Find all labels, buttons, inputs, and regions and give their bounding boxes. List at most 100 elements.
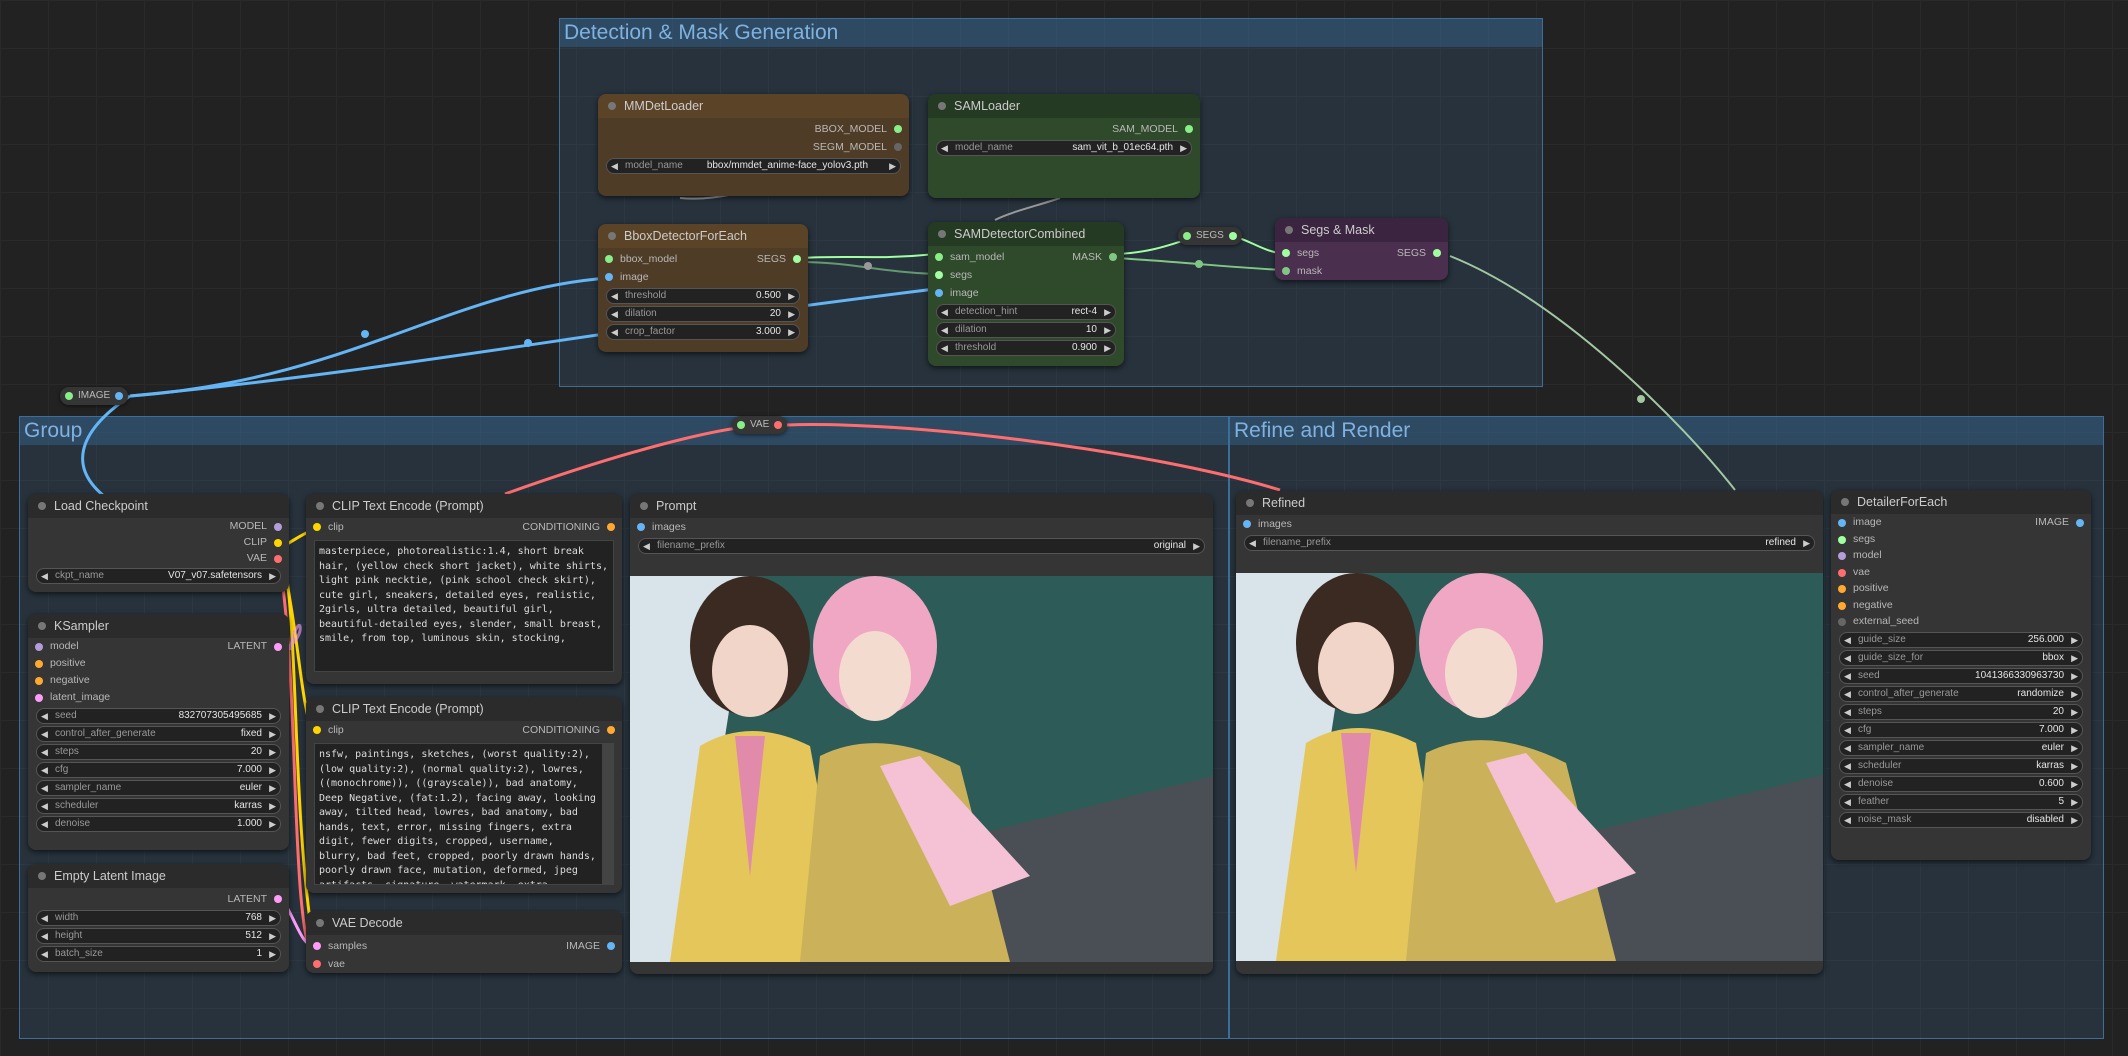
node-title[interactable]: BboxDetectorForEach [598,224,808,248]
node-title[interactable]: VAE Decode [306,911,622,935]
widget-control-after-generate[interactable]: control_after_generate fixed [36,726,281,742]
input-external-seed[interactable]: external_seed [1831,613,2091,630]
widget-height[interactable]: height 512 [36,928,281,944]
slot-dot[interactable] [1838,601,1846,610]
widget-batch-size[interactable]: batch_size 1 [36,946,281,962]
widget-scheduler[interactable]: scheduler karras [36,798,281,814]
widget-crop-factor[interactable]: crop_factor 3.000 [606,324,800,340]
slot-dot[interactable] [1243,520,1251,528]
node-mmdet-loader[interactable]: MMDetLoader BBOX_MODEL SEGM_MODEL model_… [598,94,909,196]
output-sam-model[interactable]: SAM_MODEL [928,120,1200,138]
input-samples[interactable]: samples IMAGE [306,937,622,955]
slot-dot[interactable] [935,271,943,279]
widget-steps[interactable]: steps 20 [36,744,281,760]
node-segs-mask[interactable]: Segs & Mask segs SEGS mask [1275,218,1448,280]
widget-scheduler[interactable]: scheduler karras [1839,757,2083,774]
slot-dot[interactable] [2076,519,2084,527]
slot-dot[interactable] [1838,535,1846,544]
slot-dot[interactable] [1838,552,1846,560]
slot-dot[interactable] [935,289,943,297]
reroute-input[interactable] [1183,232,1191,240]
input-sam-model[interactable]: sam_model MASK [928,248,1124,266]
node-title[interactable]: SAMDetectorCombined [928,222,1124,246]
slot-dot[interactable] [894,125,902,133]
input-positive[interactable]: positive [1831,580,2091,597]
input-clip[interactable]: clip CONDITIONING [306,721,622,739]
slot-dot[interactable] [607,726,615,734]
node-title[interactable]: CLIP Text Encode (Prompt) [306,697,622,721]
input-image[interactable]: image [928,284,1124,302]
slot-dot[interactable] [1282,267,1290,275]
node-clip-positive[interactable]: CLIP Text Encode (Prompt) clip CONDITIONI… [306,494,622,684]
widget-noise-mask[interactable]: noise_mask disabled [1839,811,2083,828]
slot-dot[interactable] [1838,618,1846,626]
widget-seed[interactable]: seed 1041366330963730 [1839,667,2083,684]
input-model[interactable]: model [1831,547,2091,564]
input-vae[interactable]: vae [1831,564,2091,581]
node-title[interactable]: DetailerForEach [1831,490,2091,514]
slot-dot[interactable] [274,523,282,531]
output-model[interactable]: MODEL [28,518,289,534]
widget-cfg[interactable]: cfg 7.000 [36,762,281,778]
node-bbox-detector[interactable]: BboxDetectorForEach bbox_model SEGS image… [598,224,808,352]
widget-seed[interactable]: seed 832707305495685 [36,708,281,724]
slot-dot[interactable] [935,253,943,261]
slot-dot[interactable] [313,523,321,531]
widget-cfg[interactable]: cfg 7.000 [1839,721,2083,738]
input-segs[interactable]: segs [1831,531,2091,548]
node-title[interactable]: Refined [1236,491,1823,515]
slot-dot[interactable] [1838,519,1846,527]
node-title[interactable]: Empty Latent Image [28,864,289,888]
input-segs[interactable]: segs SEGS [1275,244,1448,262]
output-clip[interactable]: CLIP [28,534,289,550]
slot-dot[interactable] [313,942,321,950]
input-vae[interactable]: vae [306,955,622,973]
slot-dot[interactable] [1185,125,1193,133]
reroute-output[interactable] [1228,232,1237,240]
node-clip-negative[interactable]: CLIP Text Encode (Prompt) clip CONDITIONI… [306,697,622,893]
slot-dot[interactable] [605,273,613,281]
widget-threshold[interactable]: threshold 0.900 [936,340,1116,356]
slot-dot[interactable] [1838,585,1846,593]
reroute-input[interactable] [65,392,73,400]
widget-control-after-generate[interactable]: control_after_generate randomize [1839,685,2083,702]
input-latent-image[interactable]: latent_image [28,689,289,706]
widget-feather[interactable]: feather 5 [1839,793,2083,810]
input-mask[interactable]: mask [1275,262,1448,280]
input-image[interactable]: image IMAGE [1831,514,2091,531]
slot-dot[interactable] [313,960,321,968]
input-negative[interactable]: negative [1831,597,2091,614]
output-bbox-model[interactable]: BBOX_MODEL [598,120,909,138]
widget-dilation[interactable]: dilation 20 [606,306,800,322]
slot-dot[interactable] [313,726,321,734]
node-vae-decode[interactable]: VAE Decode samples IMAGE vae [306,911,622,973]
input-model[interactable]: model LATENT [28,638,289,655]
slot-dot[interactable] [35,660,43,668]
widget-sampler-name[interactable]: sampler_name euler [1839,739,2083,756]
output-vae[interactable]: VAE [28,550,289,566]
widget-filename-prefix[interactable]: filename_prefix original [638,538,1205,554]
node-save-original[interactable]: Prompt images filename_prefix original [630,494,1213,974]
widget-guide-size[interactable]: guide_size 256.000 [1839,631,2083,648]
node-load-checkpoint[interactable]: Load Checkpoint MODEL CLIP VAE ckpt_name… [28,494,289,592]
reroute-vae[interactable]: VAE [732,416,788,434]
slot-dot[interactable] [894,143,902,151]
node-detailer[interactable]: DetailerForEach image IMAGE segs model va… [1831,490,2091,860]
slot-dot[interactable] [1433,249,1441,257]
input-images[interactable]: images [1236,515,1823,533]
slot-dot[interactable] [35,643,43,651]
slot-dot[interactable] [274,555,282,563]
node-title[interactable]: Segs & Mask [1275,218,1448,242]
slot-dot[interactable] [607,523,615,531]
slot-dot[interactable] [35,694,43,702]
slot-dot[interactable] [637,523,645,531]
slot-dot[interactable] [1838,568,1846,577]
slot-dot[interactable] [274,895,282,903]
widget-threshold[interactable]: threshold 0.500 [606,288,800,304]
input-images[interactable]: images [630,518,1213,536]
node-title[interactable]: MMDetLoader [598,94,909,118]
node-title[interactable]: SAMLoader [928,94,1200,118]
widget-filename-prefix[interactable]: filename_prefix refined [1244,535,1815,551]
input-segs[interactable]: segs [928,266,1124,284]
input-negative[interactable]: negative [28,672,289,689]
